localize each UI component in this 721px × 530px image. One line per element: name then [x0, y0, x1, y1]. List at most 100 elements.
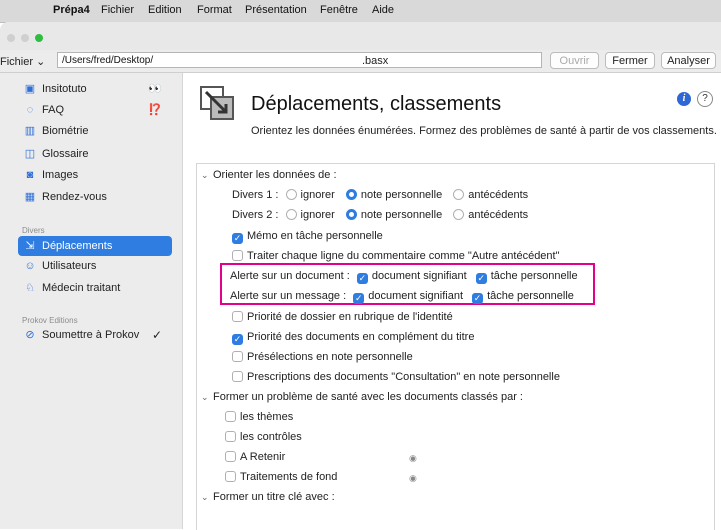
- alerte-message-row: Alerte sur un message : ✓ document signif…: [230, 290, 574, 304]
- bar-chart-icon: ▥: [24, 125, 36, 137]
- traiter-checkbox[interactable]: [232, 250, 243, 261]
- sidebar-item-label: Biométrie: [42, 125, 89, 137]
- traitements-row[interactable]: Traitements de fond: [225, 471, 337, 483]
- divers1-row: Divers 1 : ignorer note personnelle anté…: [232, 189, 529, 201]
- calendar-icon: ▦: [24, 191, 36, 203]
- divers1-antecedents-radio[interactable]: [453, 189, 465, 200]
- memo-checkbox[interactable]: ✓: [232, 233, 243, 244]
- chat-bubble-icon: ◌: [26, 104, 34, 116]
- camera-icon: ◙: [26, 169, 34, 181]
- eyes-icon: 👀: [148, 83, 162, 95]
- memo-row[interactable]: ✓ Mémo en tâche personnelle: [232, 230, 383, 244]
- sidebar-item-label: Rendez-vous: [42, 191, 107, 203]
- chevron-down-icon[interactable]: ⌄: [201, 170, 209, 181]
- extension-label: .basx: [362, 55, 389, 67]
- menu-format[interactable]: Format: [197, 4, 232, 16]
- traiter-row[interactable]: Traiter chaque ligne du commentaire comm…: [232, 250, 560, 262]
- close-button[interactable]: Fermer: [605, 52, 655, 69]
- sidebar-item-medecin-traitant[interactable]: ♘ Médecin traitant: [0, 278, 182, 298]
- info-icon[interactable]: i: [677, 92, 691, 106]
- eye-icon[interactable]: ◉: [409, 453, 417, 464]
- themes-row[interactable]: les thèmes: [225, 411, 293, 423]
- alerte-msg-signifiant-checkbox[interactable]: ✓: [353, 293, 365, 304]
- sidebar-item-label: Soumettre à Prokov: [42, 329, 140, 341]
- close-window-button[interactable]: [7, 34, 15, 42]
- minimize-window-button[interactable]: [21, 34, 29, 42]
- play-square-icon: ▣: [24, 83, 36, 95]
- move-icon: ⇲: [25, 240, 35, 252]
- section-former-probleme[interactable]: Former un problème de santé avec les doc…: [213, 391, 523, 403]
- priorite-dossier-row[interactable]: Priorité de dossier en rubrique de l'ide…: [232, 311, 453, 323]
- sidebar-item-utilisateurs[interactable]: ☺ Utilisateurs: [0, 256, 182, 276]
- prescriptions-row[interactable]: Prescriptions des documents "Consultatio…: [232, 371, 560, 383]
- sidebar-item-label: Images: [42, 169, 79, 181]
- sidebar-item-deplacements[interactable]: ⇲ Déplacements: [0, 236, 182, 256]
- divers2-ignorer-radio[interactable]: [285, 209, 297, 220]
- traitements-checkbox[interactable]: [225, 471, 236, 482]
- chevron-down-icon[interactable]: ⌄: [201, 492, 209, 503]
- file-field-label[interactable]: Fichier ⌄: [0, 55, 45, 68]
- preselections-row[interactable]: Présélections en note personnelle: [232, 351, 413, 363]
- alerte-doc-tache-checkbox[interactable]: ✓: [475, 273, 487, 284]
- book-icon: ◫: [24, 148, 36, 160]
- alerte-document-row: Alerte sur un document : ✓ document signi…: [230, 270, 578, 284]
- controles-row[interactable]: les contrôles: [225, 431, 302, 443]
- menu-fichier[interactable]: Fichier: [101, 4, 134, 16]
- analyze-button[interactable]: Analyser: [661, 52, 716, 69]
- menu-edition[interactable]: Edition: [148, 4, 182, 16]
- sidebar-item-label: FAQ: [42, 104, 65, 116]
- priorite-dossier-checkbox[interactable]: [232, 311, 243, 322]
- interrobang-icon: ⁉️: [148, 104, 162, 116]
- menu-aide[interactable]: Aide: [372, 4, 394, 16]
- sidebar-item-label: Insitotuto: [42, 83, 87, 95]
- sidebar-item-faq[interactable]: ◌ FAQ ⁉️: [0, 100, 182, 120]
- sidebar-item-label: Utilisateurs: [42, 260, 97, 272]
- open-button[interactable]: Ouvrir: [550, 52, 599, 69]
- help-icon[interactable]: ?: [697, 91, 713, 107]
- menu-app[interactable]: Prépa4: [53, 4, 90, 16]
- sidebar-section-divers: Divers: [22, 226, 45, 235]
- menu-bar: Prépa4 Fichier Edition Format Présentati…: [0, 0, 721, 23]
- section-former-titre[interactable]: Former un titre clé avec :: [213, 491, 335, 503]
- path-input[interactable]: [57, 52, 542, 68]
- sidebar-item-glossaire[interactable]: ◫ Glossaire: [0, 144, 182, 164]
- sidebar-item-label: Glossaire: [42, 148, 89, 160]
- sidebar-item-insitotuto[interactable]: ▣ Insitotuto 👀: [0, 79, 182, 99]
- a-retenir-checkbox[interactable]: [225, 451, 236, 462]
- zoom-window-button[interactable]: [35, 34, 43, 42]
- page-title: Déplacements, classements: [251, 93, 502, 115]
- sidebar-section-prokov: Prokov Editions: [22, 316, 78, 325]
- sidebar-item-biometrie[interactable]: ▥ Biométrie: [0, 121, 182, 141]
- people-icon: ♘: [25, 282, 35, 294]
- themes-checkbox[interactable]: [225, 411, 236, 422]
- sidebar-item-soumettre[interactable]: ⊘ Soumettre à Prokov ✓: [0, 325, 182, 345]
- menu-fenetre[interactable]: Fenêtre: [320, 4, 358, 16]
- check-circle-icon: ⊘: [25, 329, 35, 341]
- a-retenir-row[interactable]: A Retenir: [225, 451, 285, 463]
- divers2-antecedents-radio[interactable]: [453, 209, 465, 220]
- sidebar: [0, 73, 183, 529]
- checkmark-icon: ✓: [152, 328, 163, 342]
- prescriptions-checkbox[interactable]: [232, 371, 243, 382]
- sidebar-item-label: Déplacements: [42, 240, 113, 252]
- menu-presentation[interactable]: Présentation: [245, 4, 307, 16]
- user-circle-icon: ☺: [24, 260, 36, 272]
- move-documents-icon: [200, 86, 234, 120]
- sidebar-item-rendez-vous[interactable]: ▦ Rendez-vous: [0, 187, 182, 207]
- chevron-down-icon[interactable]: ⌄: [201, 392, 209, 403]
- divers1-ignorer-radio[interactable]: [285, 189, 297, 200]
- preselections-checkbox[interactable]: [232, 351, 243, 362]
- sidebar-item-images[interactable]: ◙ Images: [0, 165, 182, 185]
- divers1-note-radio[interactable]: [345, 189, 357, 200]
- page-subtitle: Orientez les données énumérées. Formez d…: [251, 125, 717, 137]
- controles-checkbox[interactable]: [225, 431, 236, 442]
- eye-icon[interactable]: ◉: [409, 473, 417, 484]
- window-titlebar: [0, 22, 721, 50]
- divers2-note-radio[interactable]: [345, 209, 357, 220]
- section-orienter[interactable]: Orienter les données de :: [213, 169, 337, 181]
- alerte-msg-tache-checkbox[interactable]: ✓: [472, 293, 484, 304]
- alerte-doc-signifiant-checkbox[interactable]: ✓: [356, 273, 368, 284]
- priorite-docs-checkbox[interactable]: ✓: [232, 334, 243, 345]
- divers2-row: Divers 2 : ignorer note personnelle anté…: [232, 209, 529, 221]
- priorite-docs-row[interactable]: ✓ Priorité des documents en complément du…: [232, 331, 474, 345]
